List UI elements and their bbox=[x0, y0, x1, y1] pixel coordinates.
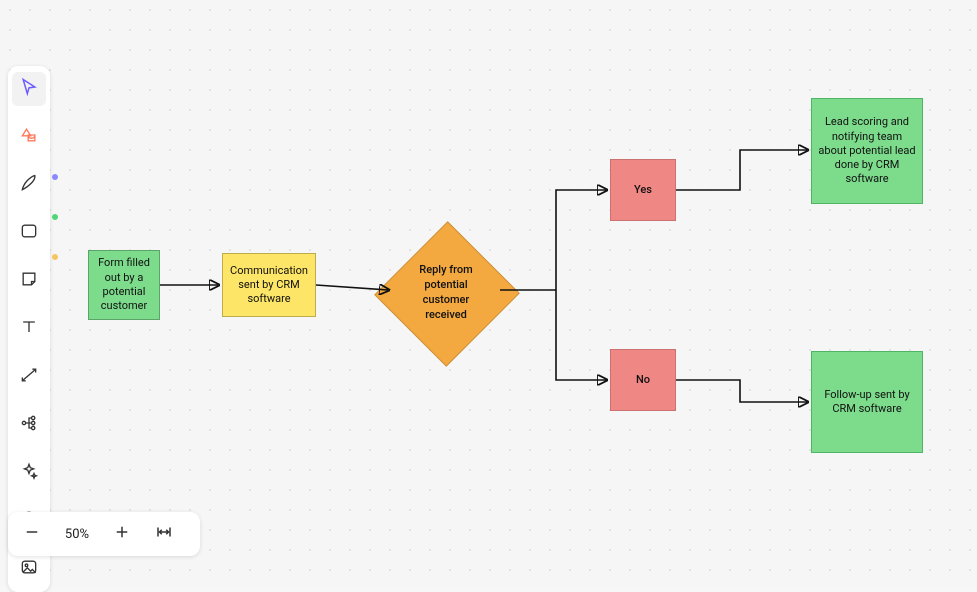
pointer-icon bbox=[19, 77, 39, 101]
sticky-color-indicator bbox=[52, 254, 58, 260]
zoom-controls: 50% bbox=[8, 512, 200, 556]
node-yes[interactable]: Yes bbox=[610, 159, 676, 221]
zoom-in-button[interactable] bbox=[104, 516, 140, 552]
minus-icon bbox=[23, 523, 41, 545]
shapes-icon bbox=[19, 125, 39, 149]
image-tool[interactable] bbox=[12, 552, 46, 586]
sticky-note-tool[interactable] bbox=[12, 264, 46, 298]
pen-icon bbox=[19, 173, 39, 197]
node-lead-scoring[interactable]: Lead scoring and notifying team about po… bbox=[811, 98, 923, 204]
node-label: Communication sent by CRM software bbox=[229, 264, 309, 307]
node-label: Reply from potential customer received bbox=[401, 263, 491, 322]
zoom-percent-label[interactable]: 50% bbox=[56, 527, 98, 542]
node-form[interactable]: Form filled out by a potential customer bbox=[88, 250, 160, 320]
node-label: Lead scoring and notifying team about po… bbox=[818, 115, 916, 186]
node-label: No bbox=[636, 373, 650, 387]
sparkle-icon bbox=[19, 461, 39, 485]
text-tool[interactable] bbox=[12, 312, 46, 346]
node-reply-decision[interactable]: Reply from potential customer received bbox=[396, 218, 496, 368]
pointer-tool[interactable] bbox=[12, 72, 46, 106]
node-label: Yes bbox=[634, 183, 652, 197]
plus-icon bbox=[113, 523, 131, 545]
rectangle-icon bbox=[19, 221, 39, 245]
image-icon bbox=[19, 557, 39, 581]
zoom-out-button[interactable] bbox=[14, 516, 50, 552]
rect-color-indicator bbox=[52, 214, 58, 220]
shapes-tool[interactable] bbox=[12, 120, 46, 154]
connector-tool[interactable] bbox=[12, 360, 46, 394]
connector-icon bbox=[19, 365, 39, 389]
pen-color-indicator bbox=[52, 174, 58, 180]
node-label: Form filled out by a potential customer bbox=[95, 256, 153, 313]
text-icon bbox=[19, 317, 39, 341]
zoom-fit-button[interactable] bbox=[146, 516, 182, 552]
node-label: Follow-up sent by CRM software bbox=[818, 388, 916, 417]
node-no[interactable]: No bbox=[610, 349, 676, 411]
mindmap-tool[interactable] bbox=[12, 408, 46, 442]
node-communication[interactable]: Communication sent by CRM software bbox=[222, 253, 316, 317]
fit-width-icon bbox=[155, 523, 173, 545]
node-followup[interactable]: Follow-up sent by CRM software bbox=[811, 351, 923, 453]
mindmap-icon bbox=[19, 413, 39, 437]
rectangle-tool[interactable] bbox=[12, 216, 46, 250]
pen-tool[interactable] bbox=[12, 168, 46, 202]
sticky-note-icon bbox=[19, 269, 39, 293]
ai-tool[interactable] bbox=[12, 456, 46, 490]
